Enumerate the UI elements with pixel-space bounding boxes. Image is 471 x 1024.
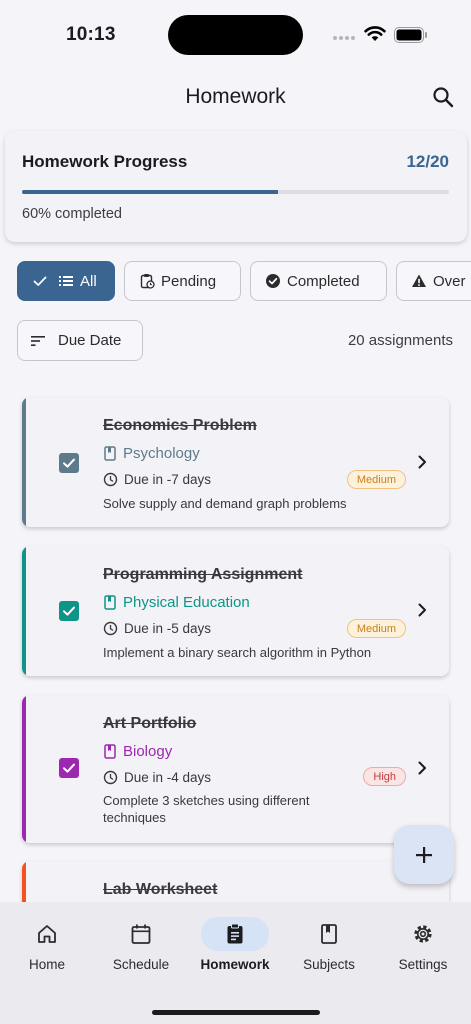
assignment-description: Implement a binary search algorithm in P…	[103, 645, 372, 660]
search-icon[interactable]	[431, 85, 455, 109]
completed-checkbox[interactable]	[59, 758, 79, 778]
filter-chip-label: All	[80, 272, 97, 290]
assignment-title: Economics Problem	[103, 417, 257, 434]
assignment-title: Art Portfolio	[103, 715, 197, 732]
nav-item-homework[interactable]: Homework	[188, 902, 282, 982]
assignment-subject: Psychology	[103, 445, 200, 462]
priority-badge: High	[363, 767, 406, 786]
chevron-right-icon[interactable]	[417, 602, 427, 618]
page-title: Homework	[185, 85, 286, 108]
nav-item-subjects[interactable]: Subjects	[282, 902, 376, 982]
calendar-icon	[131, 924, 151, 944]
assignment-subject: Physical Education	[103, 594, 250, 611]
check-icon	[63, 763, 75, 773]
wifi-icon	[364, 26, 386, 41]
plus-icon	[416, 846, 432, 863]
clock-icon	[103, 621, 118, 636]
due-label: Due in -7 days	[124, 472, 212, 487]
subject-label: Psychology	[123, 445, 200, 462]
filter-chip-label: Completed	[287, 272, 360, 290]
nav-label: Subjects	[303, 957, 355, 972]
check-circle-icon	[266, 274, 280, 288]
filter-chip-all[interactable]: All	[17, 261, 115, 301]
assignment-card[interactable]: Programming Assignment Physical Educatio…	[22, 546, 449, 676]
subject-color-stripe	[22, 695, 26, 843]
progress-title: Homework Progress	[22, 152, 188, 171]
nav-active-indicator	[201, 917, 269, 951]
check-icon	[63, 606, 75, 616]
subject-color-stripe	[22, 546, 26, 676]
nav-label: Homework	[200, 957, 270, 972]
subject-label: Physical Education	[123, 594, 250, 611]
home-icon	[38, 925, 56, 943]
check-icon	[63, 458, 75, 468]
app-header: Homework	[0, 75, 471, 119]
book-icon	[104, 744, 116, 759]
assignment-description: Complete 3 sketches using different tech…	[103, 793, 310, 825]
completed-checkbox[interactable]	[59, 601, 79, 621]
assignment-due: Due in -5 days	[103, 621, 211, 636]
nav-item-settings[interactable]: Settings	[376, 902, 470, 982]
sort-icon	[31, 335, 45, 346]
filter-chip-pending[interactable]: Pending	[124, 261, 241, 301]
book-icon	[321, 924, 337, 944]
clock-icon	[103, 770, 118, 785]
clock-icon	[103, 472, 118, 487]
subject-color-stripe	[22, 397, 26, 527]
assignment-count: 20 assignments	[347, 332, 453, 349]
clipboard-icon	[227, 923, 243, 944]
assignment-title: Programming Assignment	[103, 566, 303, 583]
warning-icon	[412, 274, 426, 287]
home-indicator	[152, 1010, 320, 1015]
list-icon	[59, 276, 73, 286]
assignment-due: Due in -4 days	[103, 770, 211, 785]
progress-completed-text: 60% completed	[22, 206, 122, 222]
sort-label: Due Date	[58, 332, 122, 349]
check-icon	[33, 276, 47, 286]
nav-item-schedule[interactable]: Schedule	[94, 902, 188, 982]
filter-chip-overdue[interactable]: Over	[396, 261, 471, 301]
status-bar: 10:13	[0, 0, 471, 70]
battery-icon	[394, 27, 427, 43]
nav-label: Settings	[398, 957, 448, 972]
book-icon	[104, 595, 116, 610]
assignment-description: Solve supply and demand graph problems	[103, 496, 347, 511]
chevron-right-icon[interactable]	[417, 454, 427, 470]
add-assignment-button[interactable]	[394, 825, 454, 884]
subject-label: Biology	[123, 743, 173, 760]
assignment-subject: Biology	[103, 743, 172, 760]
dynamic-island	[168, 15, 303, 55]
completed-checkbox[interactable]	[59, 453, 79, 473]
progress-count: 12/20	[406, 152, 449, 171]
nav-label: Home	[28, 957, 65, 972]
nav-label: Schedule	[112, 957, 170, 972]
status-time: 10:13	[66, 24, 116, 45]
chevron-right-icon[interactable]	[417, 760, 427, 776]
due-label: Due in -5 days	[124, 621, 212, 636]
signal-icon	[333, 36, 355, 40]
progress-fill	[22, 190, 279, 194]
sort-button[interactable]: Due Date	[17, 320, 143, 361]
nav-item-home[interactable]: Home	[0, 902, 94, 982]
filter-chip-label: Pending	[161, 272, 217, 290]
assignment-due: Due in -7 days	[103, 472, 211, 487]
priority-badge: Medium	[346, 619, 406, 638]
progress-card: Homework Progress 12/20 60% completed	[5, 131, 467, 242]
gear-icon	[414, 925, 432, 943]
assignment-card[interactable]: Economics Problem Psychology Due in -7 d…	[22, 397, 449, 527]
pending-clipboard-icon	[140, 274, 155, 289]
filter-chip-completed[interactable]: Completed	[250, 261, 387, 301]
assignment-card[interactable]: Art Portfolio Biology Due in -4 days Hig…	[22, 695, 449, 843]
priority-badge: Medium	[346, 470, 406, 489]
bottom-nav: Home Schedule Homework Subjects Settings	[0, 902, 471, 1024]
book-icon	[104, 446, 116, 461]
due-label: Due in -4 days	[124, 770, 212, 785]
progress-bar	[22, 190, 449, 194]
filter-chip-row: All Pending Completed Over	[17, 261, 471, 301]
assignment-title: Lab Worksheet	[103, 881, 218, 898]
filter-chip-label: Over	[433, 272, 466, 290]
